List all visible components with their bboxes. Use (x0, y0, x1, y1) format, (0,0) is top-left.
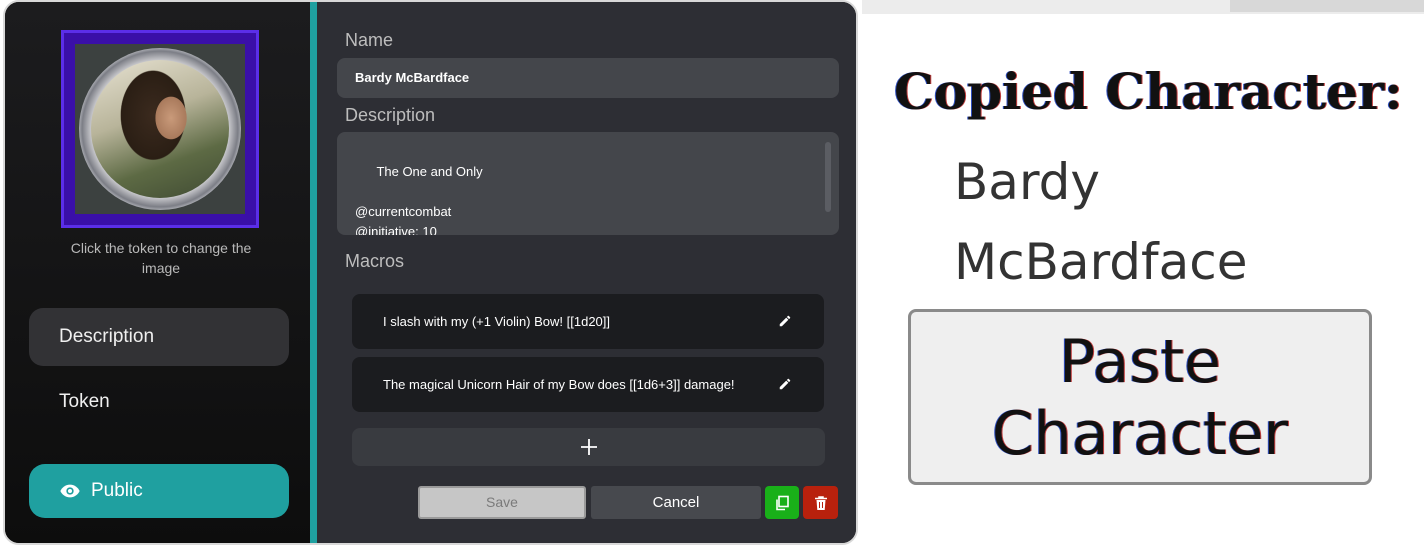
public-toggle-button[interactable]: Public (29, 464, 289, 518)
pencil-icon[interactable] (778, 377, 792, 391)
save-button[interactable]: Save (418, 486, 586, 519)
macros-label: Macros (345, 251, 405, 271)
accent-divider (310, 2, 317, 543)
character-portrait (91, 60, 229, 198)
copied-character-title: Copied Character: (894, 62, 1403, 121)
token-image[interactable] (61, 30, 259, 228)
public-label: Public (91, 480, 143, 501)
sidebar: Click the token to change the image Desc… (5, 2, 310, 543)
description-text: The One and Only @currentcombat @initiat… (355, 164, 483, 235)
pencil-icon[interactable] (778, 314, 792, 328)
macro-item[interactable]: The magical Unicorn Hair of my Bow does … (352, 357, 824, 412)
macro-text: The magical Unicorn Hair of my Bow does … (383, 377, 735, 392)
eye-icon (60, 484, 80, 498)
macro-item[interactable]: I slash with my (+1 Violin) Bow! [[1d20]… (352, 294, 824, 349)
add-macro-button[interactable] (352, 428, 825, 466)
copied-character-name: Bardy McBardface (954, 153, 1248, 291)
name-label: Name (345, 30, 394, 50)
description-label: Description (345, 105, 436, 125)
delete-character-button[interactable] (803, 486, 838, 519)
clipboard-panel: Copied Character: Bardy McBardface Paste… (862, 0, 1424, 546)
plus-icon (580, 439, 597, 455)
character-dialog: Click the token to change the image Desc… (3, 0, 858, 545)
description-textarea[interactable]: The One and Only @currentcombat @initiat… (337, 132, 839, 235)
token-caption: Click the token to change the image (70, 240, 252, 276)
copy-icon (776, 495, 789, 510)
description-scrollbar[interactable] (825, 142, 831, 212)
trash-icon (814, 495, 827, 510)
panel-top-bar-segment (1230, 0, 1424, 12)
nav-item-token[interactable]: Token (29, 373, 289, 431)
cancel-button[interactable]: Cancel (591, 486, 761, 519)
character-form: Name Bardy McBardface Description The On… (317, 2, 856, 543)
copy-character-button[interactable] (765, 486, 799, 519)
token-ring (79, 48, 241, 210)
macro-text: I slash with my (+1 Violin) Bow! [[1d20]… (383, 314, 610, 329)
paste-character-button[interactable]: Paste Character (908, 309, 1372, 485)
name-input[interactable]: Bardy McBardface (337, 58, 839, 98)
nav-item-description[interactable]: Description (29, 308, 289, 366)
